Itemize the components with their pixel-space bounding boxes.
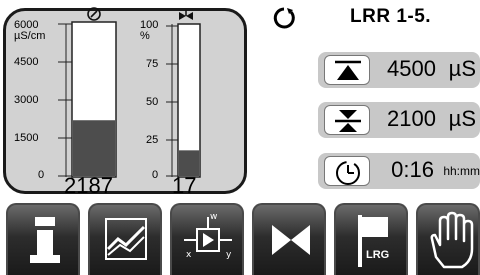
lower-setpoint-row[interactable]: 2100 µS — [318, 102, 480, 138]
tick-0: 0 — [38, 169, 45, 181]
conductivity-bar-fill — [73, 120, 115, 176]
svg-text:w: w — [210, 212, 217, 222]
hand-icon — [430, 211, 474, 269]
upper-setpoint-row[interactable]: 4500 µS — [318, 52, 480, 88]
info-button[interactable] — [6, 203, 80, 275]
valve-unit-label: % — [140, 30, 150, 42]
conductivity-value: 2187 — [64, 173, 113, 198]
upper-limit-icon — [324, 55, 370, 85]
tick-4500: 4500 — [14, 56, 39, 68]
controller-icon: x y w — [184, 212, 232, 260]
tick-75: 75 — [146, 58, 159, 70]
timer-row[interactable]: 0:16 hh:mm — [318, 153, 480, 189]
timer-unit: hh:mm — [443, 164, 480, 178]
conductivity-unit-label: µS/cm — [14, 30, 46, 42]
valve-unit: 100 % — [140, 20, 158, 42]
tick-50: 50 — [146, 96, 159, 108]
lower-setpoint-value: 2100 — [387, 106, 436, 131]
valve-icon — [179, 12, 186, 20]
timer-value: 0:16 — [391, 157, 434, 182]
info-icon — [30, 217, 60, 263]
lower-setpoint-unit: µS — [448, 106, 476, 131]
upper-setpoint-unit: µS — [448, 56, 476, 81]
page-title: LRR 1-5. — [350, 6, 432, 27]
timer-icon — [324, 156, 370, 186]
refresh-icon — [273, 7, 295, 29]
upper-setpoint-value: 4500 — [387, 56, 436, 81]
conductivity-unit: 6000 µS/cm — [14, 20, 45, 42]
valve-value: 17 — [172, 173, 197, 198]
tick-valve-0: 0 — [152, 169, 159, 181]
controller-button[interactable]: x y w — [170, 203, 244, 275]
svg-text:x: x — [186, 250, 192, 260]
lower-limit-icon — [324, 105, 370, 135]
tick-1500: 1500 — [14, 132, 39, 144]
trend-button[interactable] — [88, 203, 162, 275]
flag-icon — [358, 215, 388, 267]
manual-button[interactable] — [416, 203, 480, 275]
svg-text:y: y — [226, 250, 232, 260]
lrg-button[interactable]: LRG — [334, 203, 408, 275]
valve-button[interactable] — [252, 203, 326, 275]
screen: 6000 µS/cm 4500 3000 1500 0 2187 100 % 7… — [0, 0, 480, 275]
valve-icon-large — [272, 225, 310, 255]
tick-25: 25 — [146, 134, 159, 146]
lrg-label: LRG — [366, 249, 390, 261]
tick-3000: 3000 — [14, 94, 39, 106]
trend-chart-icon — [105, 218, 147, 260]
